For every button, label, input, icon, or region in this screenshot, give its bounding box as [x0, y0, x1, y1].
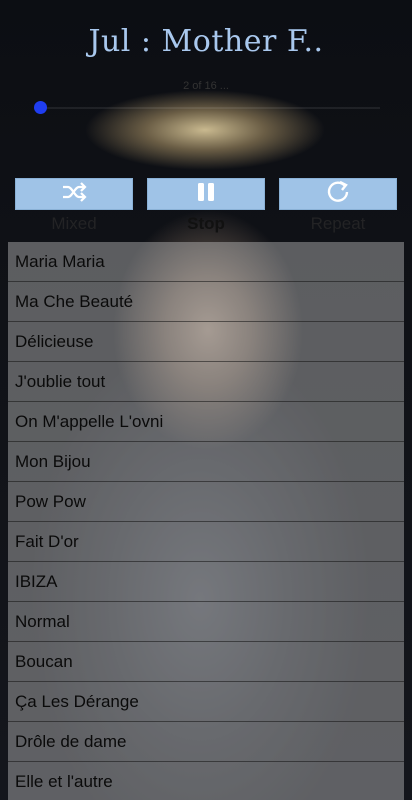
track-title: Ça Les Dérange: [15, 691, 139, 711]
pause-icon: [195, 181, 217, 208]
track-title: On M'appelle L'ovni: [15, 411, 164, 431]
progress-bar[interactable]: [40, 107, 380, 109]
list-item[interactable]: Boucan: [8, 642, 404, 682]
time-label: 2 of 16 ...: [183, 80, 229, 92]
track-title: Mon Bijou: [15, 451, 91, 471]
list-item[interactable]: Ma Che Beauté: [8, 282, 404, 322]
stop-label: Stop: [187, 214, 225, 233]
repeat-label: Repeat: [310, 214, 366, 233]
track-title: Normal: [15, 611, 70, 631]
list-item[interactable]: Pow Pow: [8, 482, 404, 522]
list-item[interactable]: Mon Bijou: [8, 442, 404, 482]
mixed-label: Mixed: [51, 214, 97, 233]
track-title: Drôle de dame: [15, 731, 127, 751]
repeat-button[interactable]: [279, 178, 397, 210]
title-bar: Jul : Mother F..: [0, 0, 412, 88]
repeat-icon: [325, 179, 351, 210]
track-title: Elle et l'autre: [15, 771, 113, 791]
mixed-button[interactable]: [15, 178, 133, 210]
track-title: Boucan: [15, 651, 73, 671]
list-item[interactable]: Ça Les Dérange: [8, 682, 404, 722]
track-title: IBIZA: [15, 571, 58, 591]
repeat-control: Repeat: [279, 178, 397, 238]
stop-button[interactable]: [147, 178, 265, 210]
mixed-control: Mixed: [15, 178, 133, 238]
list-item[interactable]: Normal: [8, 602, 404, 642]
track-title: Ma Che Beauté: [15, 291, 134, 311]
list-item[interactable]: Elle et l'autre: [8, 762, 404, 800]
list-item[interactable]: IBIZA: [8, 562, 404, 602]
shuffle-icon: [61, 181, 87, 208]
player-controls: Mixed Stop Repeat: [15, 178, 397, 238]
list-item[interactable]: J'oublie tout: [8, 362, 404, 402]
track-title: J'oublie tout: [15, 371, 106, 391]
track-title: Pow Pow: [15, 491, 86, 511]
progress-thumb[interactable]: [34, 101, 47, 114]
list-item[interactable]: Maria Maria: [8, 242, 404, 282]
track-title: Délicieuse: [15, 331, 94, 351]
track-title: Fait D'or: [15, 531, 79, 551]
list-item[interactable]: Drôle de dame: [8, 722, 404, 762]
list-item[interactable]: On M'appelle L'ovni: [8, 402, 404, 442]
list-item[interactable]: Délicieuse: [8, 322, 404, 362]
playlist[interactable]: Maria Maria Ma Che Beauté Délicieuse J'oubl…: [8, 242, 404, 800]
list-item[interactable]: Fait D'or: [8, 522, 404, 562]
page-title: Jul : Mother F..: [88, 24, 324, 59]
stop-control: Stop: [147, 178, 265, 238]
track-title: Maria Maria: [15, 251, 105, 271]
